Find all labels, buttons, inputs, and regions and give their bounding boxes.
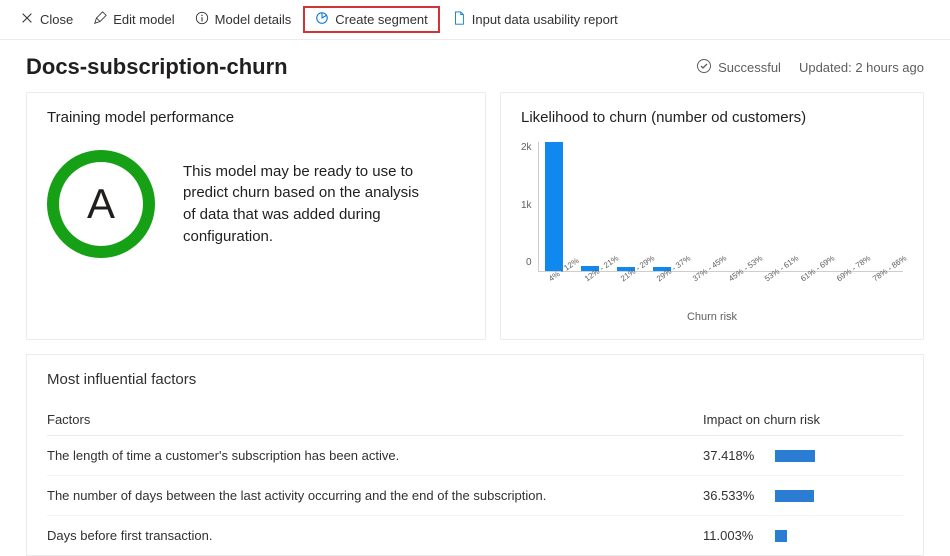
info-icon (195, 11, 209, 28)
chart-area: 2k 1k 0 (521, 142, 903, 272)
factors-card: Most influential factors Factors Impact … (26, 354, 924, 556)
factors-body: The length of time a customer's subscrip… (47, 436, 903, 555)
check-icon (696, 58, 712, 77)
factor-row: Days before first transaction. 11.003% (47, 516, 903, 555)
grade-letter: A (87, 180, 115, 228)
page-header: Docs-subscription-churn Successful Updat… (0, 40, 950, 92)
performance-description: This model may be ready to use to predic… (183, 161, 433, 248)
chart-bar (545, 142, 563, 271)
toolbar: Close Edit model Model details Create se… (0, 0, 950, 40)
factor-bar (775, 490, 814, 502)
performance-title: Training model performance (47, 109, 465, 126)
document-icon (452, 11, 466, 28)
y-axis: 2k 1k 0 (521, 142, 538, 272)
cards-row: Training model performance A This model … (0, 92, 950, 340)
factor-pct: 36.533% (703, 488, 763, 503)
x-axis-title: Churn risk (521, 311, 903, 323)
create-segment-label: Create segment (335, 12, 428, 27)
header-status-area: Successful Updated: 2 hours ago (696, 58, 924, 77)
col-impact: Impact on churn risk (703, 412, 903, 427)
y-tick: 0 (526, 257, 532, 268)
churn-chart-card: Likelihood to churn (number od customers… (500, 92, 924, 340)
factor-row: The number of days between the last acti… (47, 476, 903, 516)
factor-impact: 11.003% (703, 528, 903, 543)
page-title: Docs-subscription-churn (26, 54, 288, 80)
factor-row: The length of time a customer's subscrip… (47, 436, 903, 476)
factor-label: The length of time a customer's subscrip… (47, 448, 399, 463)
factor-pct: 11.003% (703, 528, 763, 543)
create-segment-button[interactable]: Create segment (303, 6, 440, 33)
chart-title: Likelihood to churn (number od customers… (521, 109, 903, 126)
performance-body: A This model may be ready to use to pred… (47, 142, 465, 276)
updated-text: Updated: 2 hours ago (799, 60, 924, 75)
y-tick: 2k (521, 142, 532, 153)
report-label: Input data usability report (472, 12, 618, 27)
close-button[interactable]: Close (12, 7, 81, 32)
edit-model-button[interactable]: Edit model (85, 7, 182, 32)
factor-pct: 37.418% (703, 448, 763, 463)
factor-impact: 37.418% (703, 448, 903, 463)
factors-header: Factors Impact on churn risk (47, 404, 903, 436)
factor-label: The number of days between the last acti… (47, 488, 546, 503)
factors-title: Most influential factors (47, 371, 903, 388)
edit-label: Edit model (113, 12, 174, 27)
close-icon (20, 11, 34, 28)
segment-icon (315, 11, 329, 28)
chart-plot (538, 142, 903, 272)
pencil-icon (93, 11, 107, 28)
col-factors: Factors (47, 412, 90, 427)
status-text: Successful (718, 60, 781, 75)
usability-report-button[interactable]: Input data usability report (444, 7, 626, 32)
factor-impact: 36.533% (703, 488, 903, 503)
details-label: Model details (215, 12, 292, 27)
factor-bar (775, 450, 815, 462)
factor-label: Days before first transaction. (47, 528, 212, 543)
factor-bar (775, 530, 787, 542)
close-label: Close (40, 12, 73, 27)
model-details-button[interactable]: Model details (187, 7, 300, 32)
y-tick: 1k (521, 200, 532, 211)
x-axis-labels: 4% - 12%12% - 21%21% - 29%29% - 37%37% -… (521, 276, 903, 285)
status-badge: Successful (696, 58, 781, 77)
performance-card: Training model performance A This model … (26, 92, 486, 340)
grade-ring: A (47, 150, 155, 258)
